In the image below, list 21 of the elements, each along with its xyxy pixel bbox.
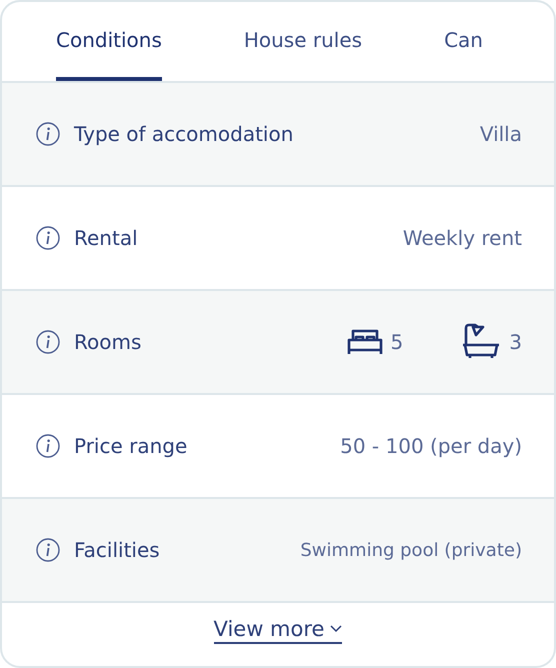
row-value: Swimming pool (private) bbox=[300, 540, 522, 560]
chevron-down-icon bbox=[330, 625, 342, 633]
row-label: Facilities bbox=[74, 538, 160, 562]
info-icon bbox=[36, 330, 60, 354]
row-label: Type of accomodation bbox=[74, 122, 294, 146]
row-label: Rooms bbox=[74, 330, 142, 354]
info-icon bbox=[36, 434, 60, 458]
row-value: Villa bbox=[480, 122, 522, 146]
row-label: Price range bbox=[74, 434, 188, 458]
tab[interactable]: House rules bbox=[244, 2, 362, 81]
info-icon bbox=[36, 538, 60, 562]
bathtub-icon bbox=[461, 323, 502, 361]
bathroom-count: 3 bbox=[509, 330, 522, 354]
tab[interactable]: Can bbox=[444, 2, 483, 81]
row-value: Weekly rent bbox=[402, 226, 522, 250]
view-more-link[interactable]: View more bbox=[214, 617, 342, 644]
row-label: Rental bbox=[74, 226, 138, 250]
info-icon bbox=[36, 122, 60, 146]
bedroom-count: 5 bbox=[390, 330, 404, 354]
row-value: 50 - 100 (per day) bbox=[340, 434, 522, 458]
info-icon bbox=[36, 226, 60, 250]
